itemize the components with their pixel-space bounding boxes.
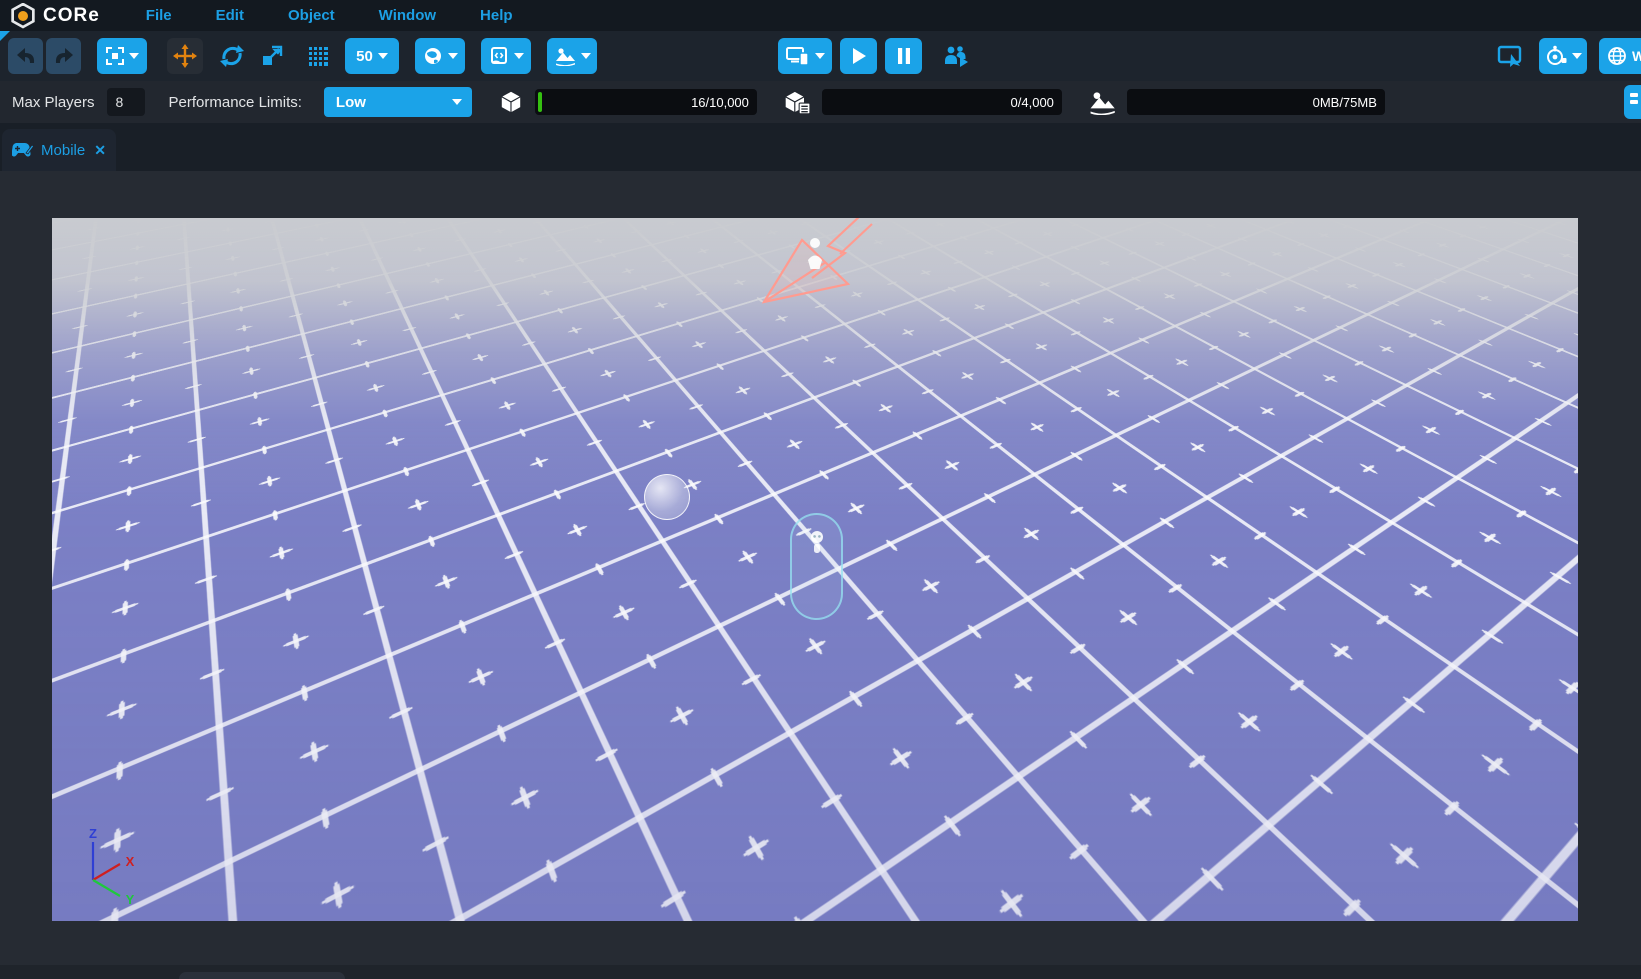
chevron-down-icon bbox=[581, 53, 591, 59]
axis-y-label: Y bbox=[126, 892, 135, 907]
chevron-down-icon bbox=[1572, 53, 1582, 59]
axis-gizmo: Z X Y bbox=[58, 826, 148, 908]
capsule-skeleton-icon bbox=[806, 529, 828, 559]
grid-snap-icon bbox=[309, 47, 328, 66]
cut-off-button[interactable] bbox=[1624, 85, 1641, 119]
bot-camera-icon bbox=[1545, 45, 1567, 67]
toolbar-right-group: W bbox=[1493, 31, 1641, 81]
multiplayer-preview-icon bbox=[943, 44, 969, 68]
menu-file[interactable]: File bbox=[146, 7, 172, 24]
web-globe-icon bbox=[1607, 46, 1627, 66]
script-dropdown[interactable] bbox=[481, 38, 531, 74]
terrain-icon bbox=[554, 46, 576, 66]
menu-help[interactable]: Help bbox=[480, 7, 513, 24]
networked-cube-icon bbox=[783, 89, 811, 115]
game-controller-icon bbox=[12, 142, 34, 158]
max-players-label: Max Players bbox=[12, 94, 95, 111]
performance-limit-value: Low bbox=[336, 94, 366, 111]
move-tool-button[interactable] bbox=[167, 38, 203, 74]
bot-camera-dropdown[interactable] bbox=[1539, 38, 1587, 74]
grid-size-dropdown[interactable]: 50 bbox=[345, 38, 399, 74]
grid-size-value: 50 bbox=[356, 48, 373, 65]
redo-button[interactable] bbox=[46, 38, 81, 74]
core-wordmark: CORe bbox=[43, 5, 100, 27]
object-count-value: 16/10,000 bbox=[691, 95, 749, 110]
core-logo: CORe bbox=[10, 3, 100, 29]
scene-viewport[interactable]: Z X Y bbox=[52, 218, 1578, 921]
undo-icon bbox=[13, 44, 39, 68]
tab-close-icon[interactable]: ✕ bbox=[94, 142, 106, 159]
play-button[interactable] bbox=[840, 38, 877, 74]
performance-limit-select[interactable]: Low bbox=[324, 87, 472, 117]
pause-icon bbox=[897, 47, 911, 65]
tab-mobile-label: Mobile bbox=[41, 142, 85, 159]
toolbar: 50 bbox=[0, 31, 1641, 81]
scale-tool-button[interactable] bbox=[257, 38, 287, 74]
menu-object[interactable]: Object bbox=[288, 7, 335, 24]
web-capture-label: W bbox=[1632, 48, 1641, 64]
toolbar-center-group bbox=[778, 31, 972, 81]
tab-bar: Mobile ✕ bbox=[0, 123, 1641, 171]
performance-bar: Max Players Performance Limits: Low 16/1… bbox=[0, 81, 1641, 123]
core-logo-icon bbox=[10, 3, 36, 29]
performance-limits-label: Performance Limits: bbox=[169, 94, 302, 111]
chevron-down-icon bbox=[378, 53, 388, 59]
menu-edit[interactable]: Edit bbox=[216, 7, 244, 24]
menu-items: File Edit Object Window Help bbox=[146, 7, 513, 24]
menu-window[interactable]: Window bbox=[379, 7, 436, 24]
redo-icon bbox=[51, 44, 77, 68]
max-players-input[interactable] bbox=[107, 88, 145, 116]
networked-count-value: 0/4,000 bbox=[1011, 95, 1054, 110]
play-icon bbox=[851, 47, 867, 65]
pause-button[interactable] bbox=[885, 38, 922, 74]
rotate-tool-button[interactable] bbox=[217, 38, 247, 74]
scale-tool-icon bbox=[260, 44, 284, 68]
world-space-dropdown[interactable] bbox=[415, 38, 465, 74]
main-area: Z X Y bbox=[0, 171, 1641, 979]
terrain-size-value: 0MB/75MB bbox=[1313, 95, 1377, 110]
grid-snap-button[interactable] bbox=[303, 38, 333, 74]
chevron-down-icon bbox=[514, 53, 524, 59]
chevron-down-icon bbox=[129, 53, 139, 59]
globe-icon bbox=[423, 46, 443, 66]
chevron-down-icon bbox=[452, 99, 462, 105]
script-icon bbox=[489, 46, 509, 66]
move-tool-icon bbox=[173, 44, 197, 68]
object-count-meter-fill bbox=[538, 92, 542, 112]
web-capture-button[interactable]: W bbox=[1599, 38, 1641, 74]
undo-button[interactable] bbox=[8, 38, 43, 74]
terrain-dropdown[interactable] bbox=[547, 38, 597, 74]
bottom-panel-tab[interactable] bbox=[179, 972, 345, 979]
objects-cube-icon bbox=[498, 89, 524, 115]
chevron-down-icon bbox=[815, 53, 825, 59]
select-mode-icon bbox=[106, 47, 124, 65]
screen-broadcast-icon bbox=[1497, 45, 1523, 67]
device-preview-icon bbox=[786, 46, 810, 66]
spawn-point[interactable] bbox=[742, 218, 882, 312]
tab-mobile[interactable]: Mobile ✕ bbox=[2, 129, 116, 171]
player-capsule[interactable] bbox=[790, 513, 843, 620]
multiplayer-preview-button[interactable] bbox=[940, 38, 972, 74]
menu-bar: CORe File Edit Object Window Help bbox=[0, 0, 1641, 31]
chevron-down-icon bbox=[448, 53, 458, 59]
rotate-tool-icon bbox=[219, 43, 245, 69]
sphere-object[interactable] bbox=[644, 474, 690, 520]
networked-count-meter: 0/4,000 bbox=[822, 89, 1062, 115]
screen-broadcast-button[interactable] bbox=[1493, 38, 1527, 74]
object-count-meter: 16/10,000 bbox=[535, 89, 757, 115]
device-preview-dropdown[interactable] bbox=[778, 38, 832, 74]
terrain-size-meter: 0MB/75MB bbox=[1127, 89, 1385, 115]
axis-x-label: X bbox=[126, 854, 135, 869]
axis-z-label: Z bbox=[89, 826, 97, 841]
select-mode-button[interactable] bbox=[97, 38, 147, 74]
toolbar-left-group: 50 bbox=[8, 31, 597, 81]
terrain-size-icon bbox=[1088, 89, 1116, 115]
